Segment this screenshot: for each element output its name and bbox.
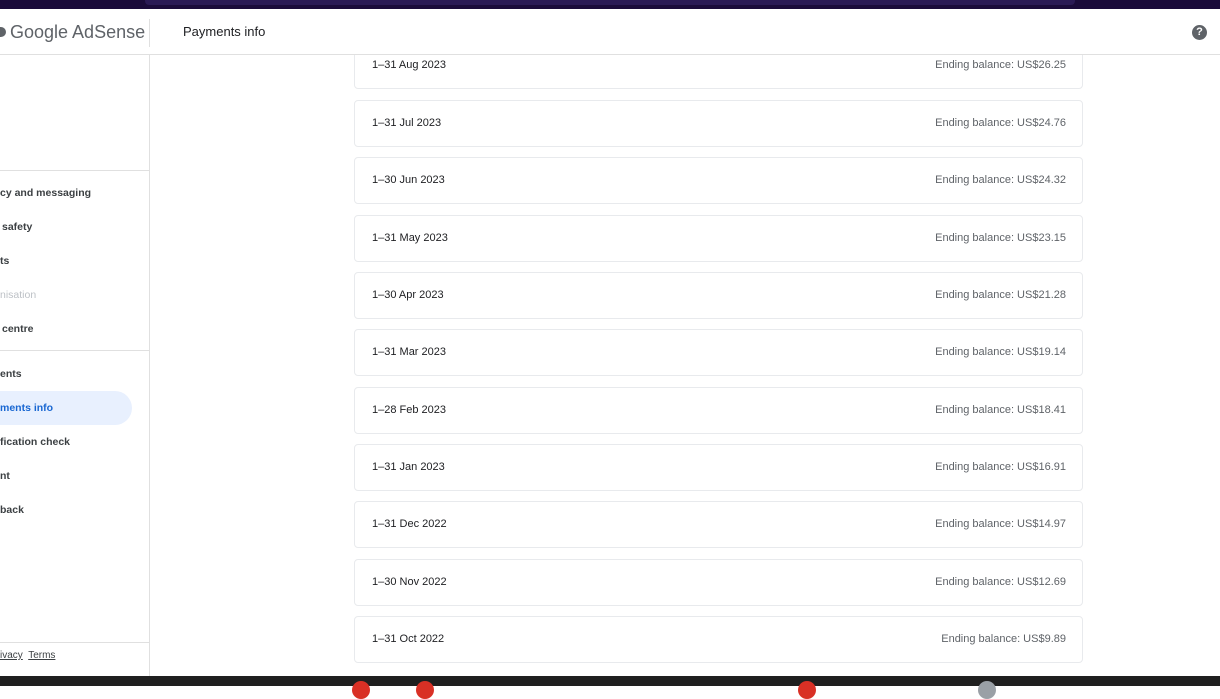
taskbar-app-icon[interactable] [416,681,434,699]
statement-period: 1–31 May 2023 [372,232,448,244]
help-icon[interactable]: ? [1192,25,1207,40]
statement-row[interactable]: 1–31 Oct 2022 Ending balance: US$9.89 [354,616,1083,663]
sidebar-item-label: ments info [0,402,54,414]
terms-link[interactable]: Terms [28,650,55,661]
statement-period: 1–30 Jun 2023 [372,174,445,186]
statement-row[interactable]: 1–28 Feb 2023 Ending balance: US$18.41 [354,387,1083,434]
statement-row[interactable]: 1–31 Jul 2023 Ending balance: US$24.76 [354,100,1083,147]
privacy-link[interactable]: ivacy [0,650,23,661]
statement-row[interactable]: 1–31 Mar 2023 Ending balance: US$19.14 [354,329,1083,376]
statement-row[interactable]: 1–31 Jan 2023 Ending balance: US$16.91 [354,444,1083,491]
app-header: Google AdSense Payments info ? [0,9,1220,55]
statement-row[interactable]: 1–31 May 2023 Ending balance: US$23.15 [354,215,1083,262]
sidebar-footer: ivacy Terms [0,650,55,661]
statement-period: 1–28 Feb 2023 [372,404,447,416]
sidebar-item-optimisation[interactable]: nisation [0,278,132,312]
sidebar-item-label: centre [2,323,34,335]
sidebar-item-label: back [0,504,24,516]
statement-row[interactable]: 1–30 Nov 2022 Ending balance: US$12.69 [354,559,1083,606]
sidebar-item-reports[interactable]: ts [0,244,132,278]
statement-period: 1–30 Apr 2023 [372,289,444,301]
browser-tab-strip [145,0,1075,5]
statement-balance: Ending balance: US$16.91 [935,461,1066,473]
sidebar-item-privacy-messaging[interactable]: cy and messaging [0,176,132,210]
statement-balance: Ending balance: US$9.89 [941,633,1066,645]
statement-period: 1–31 Jul 2023 [372,117,442,129]
sidebar-item-brand-safety[interactable]: safety [0,210,132,244]
statement-balance: Ending balance: US$24.32 [935,174,1066,186]
statement-period: 1–31 Aug 2023 [372,59,447,71]
main-content: 1–31 Aug 2023 Ending balance: US$26.25 1… [150,55,1220,676]
sidebar-item-label: nisation [0,289,37,301]
sidebar-item-feedback[interactable]: back [0,493,132,527]
statement-balance: Ending balance: US$12.69 [935,576,1066,588]
os-taskbar [0,676,1220,699]
page-title: Payments info [183,24,266,39]
statement-period: 1–31 Jan 2023 [372,461,445,473]
sidebar-item-account[interactable]: nt [0,459,132,493]
statement-balance: Ending balance: US$23.15 [935,232,1066,244]
sidebar-item-label: cy and messaging [0,187,92,199]
statement-row[interactable]: 1–31 Dec 2022 Ending balance: US$14.97 [354,501,1083,548]
header-divider [149,19,150,47]
statement-balance: Ending balance: US$18.41 [935,404,1066,416]
statement-balance: Ending balance: US$19.14 [935,346,1066,358]
sidebar-item-label: ents [0,368,22,380]
taskbar-app-icon[interactable] [978,681,996,699]
sidebar-item-label: safety [2,221,33,233]
sidebar-footer-divider [0,642,149,643]
sidebar-nav: cy and messaging safety ts nisation cent… [0,55,150,676]
taskbar-app-icon[interactable] [798,681,816,699]
sidebar-item-label: fication check [0,436,71,448]
taskbar-app-icon[interactable] [352,681,370,699]
sidebar-item-verification-check[interactable]: fication check [0,425,132,459]
sidebar-divider [0,350,149,351]
sidebar-item-label: ts [0,255,10,267]
adsense-logo-icon [0,27,6,37]
statement-period: 1–31 Mar 2023 [372,346,446,358]
statement-period: 1–30 Nov 2022 [372,576,447,588]
statement-balance: Ending balance: US$14.97 [935,518,1066,530]
statement-row[interactable]: 1–30 Jun 2023 Ending balance: US$24.32 [354,157,1083,204]
sidebar-item-policy-centre[interactable]: centre [0,312,132,346]
sidebar-divider [0,170,149,171]
statement-period: 1–31 Oct 2022 [372,633,445,645]
statement-row[interactable]: 1–30 Apr 2023 Ending balance: US$21.28 [354,272,1083,319]
sidebar-item-payments[interactable]: ents [0,357,132,391]
browser-top-bar [0,0,1220,9]
statement-balance: Ending balance: US$26.25 [935,59,1066,71]
adsense-logo[interactable]: Google AdSense [0,9,150,55]
sidebar-item-label: nt [0,470,10,482]
statement-period: 1–31 Dec 2022 [372,518,447,530]
logo-text: Google AdSense [10,21,146,42]
statement-balance: Ending balance: US$24.76 [935,117,1066,129]
sidebar-item-payments-info[interactable]: ments info [0,391,132,425]
statement-row[interactable]: 1–31 Aug 2023 Ending balance: US$26.25 [354,55,1083,89]
statement-balance: Ending balance: US$21.28 [935,289,1066,301]
